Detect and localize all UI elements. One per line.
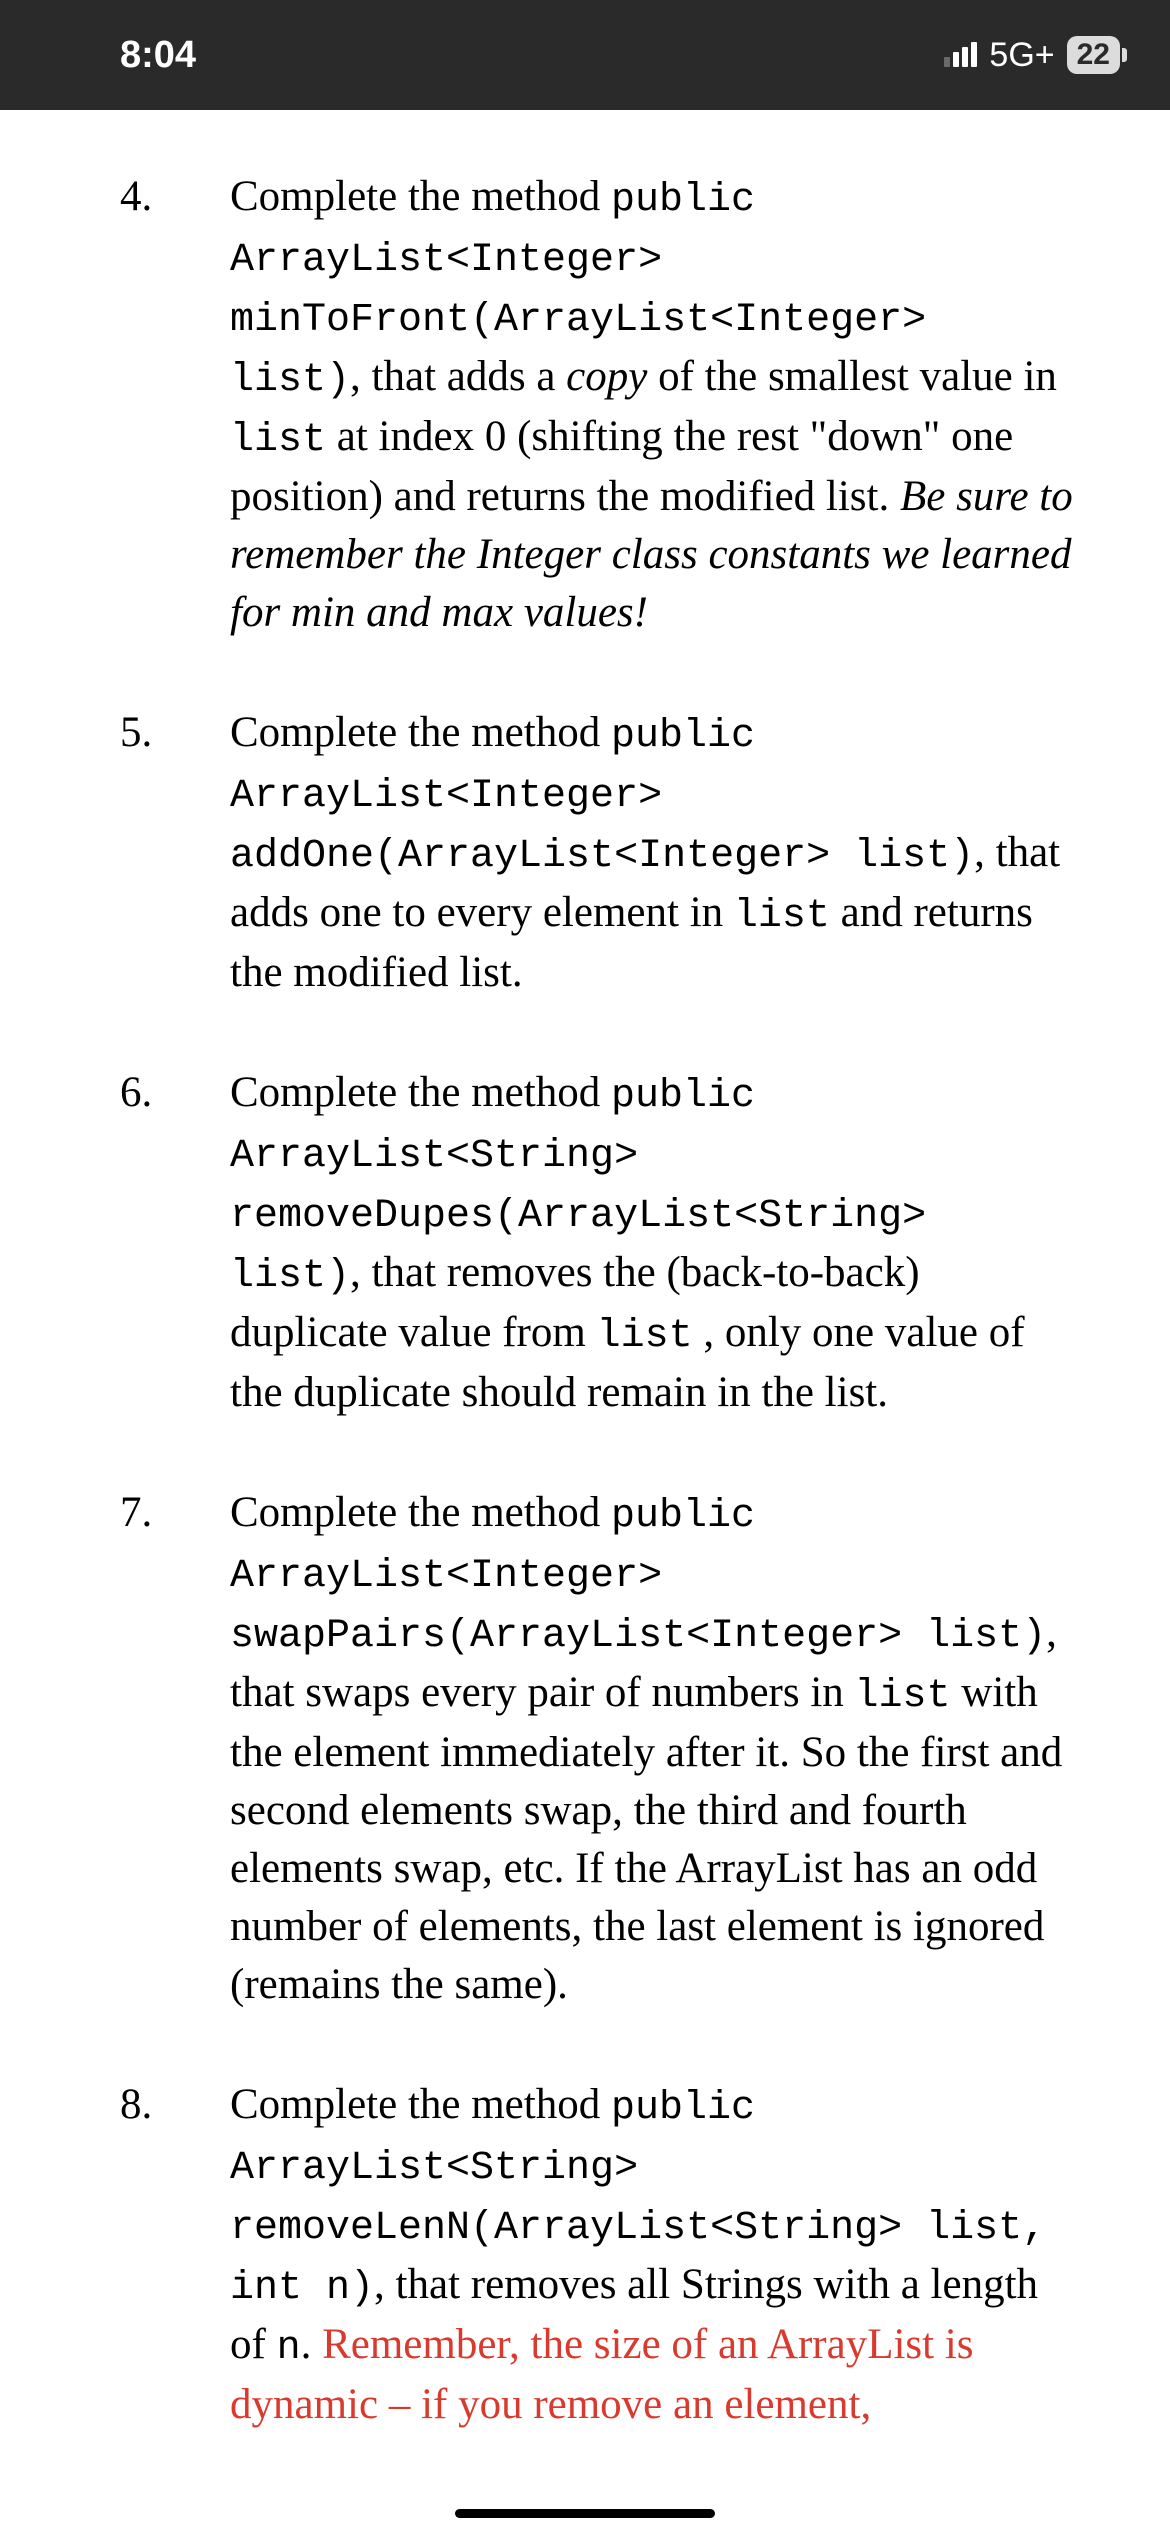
item-body: Complete the method public ArrayList<Str… (230, 2076, 1080, 2434)
list-item: 6. Complete the method public ArrayList<… (90, 1064, 1080, 1422)
document-content: 4. Complete the method public ArrayList<… (0, 110, 1170, 2435)
item-body: Complete the method public ArrayList<Str… (230, 1064, 1080, 1422)
signal-icon (944, 43, 977, 67)
code-span: list (230, 418, 326, 463)
italic-text: copy (566, 353, 647, 400)
text: , that adds a (350, 353, 566, 400)
home-indicator[interactable] (455, 2509, 715, 2518)
status-time: 8:04 (120, 34, 196, 77)
status-bar: 8:04 5G+ 22 (0, 0, 1170, 110)
status-right: 5G+ 22 (944, 36, 1120, 75)
battery-level: 22 (1077, 38, 1110, 71)
code-span: n (277, 2326, 301, 2371)
item-body: Complete the method public ArrayList<Int… (230, 168, 1080, 642)
text: Complete the method (230, 2081, 611, 2128)
code-span: list (597, 1314, 693, 1359)
text: Complete the method (230, 709, 611, 756)
text: . (301, 2321, 323, 2368)
text: Complete the method (230, 1069, 611, 1116)
list-item: 5. Complete the method public ArrayList<… (90, 704, 1080, 1002)
battery-badge: 22 (1067, 36, 1120, 74)
item-number: 8. (90, 2076, 230, 2434)
code-span: list (734, 894, 830, 939)
list-item: 4. Complete the method public ArrayList<… (90, 168, 1080, 642)
network-label: 5G+ (989, 36, 1054, 75)
text: Complete the method (230, 173, 611, 220)
list-item: 8. Complete the method public ArrayList<… (90, 2076, 1080, 2434)
item-number: 6. (90, 1064, 230, 1422)
list-item: 7. Complete the method public ArrayList<… (90, 1484, 1080, 2014)
item-body: Complete the method public ArrayList<Int… (230, 704, 1080, 1002)
text: Complete the method (230, 1489, 611, 1536)
item-number: 4. (90, 168, 230, 642)
text: with the element immediately after it. S… (230, 1669, 1062, 2008)
text: at index 0 (shifting the rest "down" one… (230, 413, 1013, 520)
item-number: 5. (90, 704, 230, 1002)
text: of the smallest value in (647, 353, 1057, 400)
red-text: Remember, the size of an ArrayList is dy… (230, 2321, 974, 2428)
code-span: list (855, 1674, 951, 1719)
item-number: 7. (90, 1484, 230, 2014)
item-body: Complete the method public ArrayList<Int… (230, 1484, 1080, 2014)
